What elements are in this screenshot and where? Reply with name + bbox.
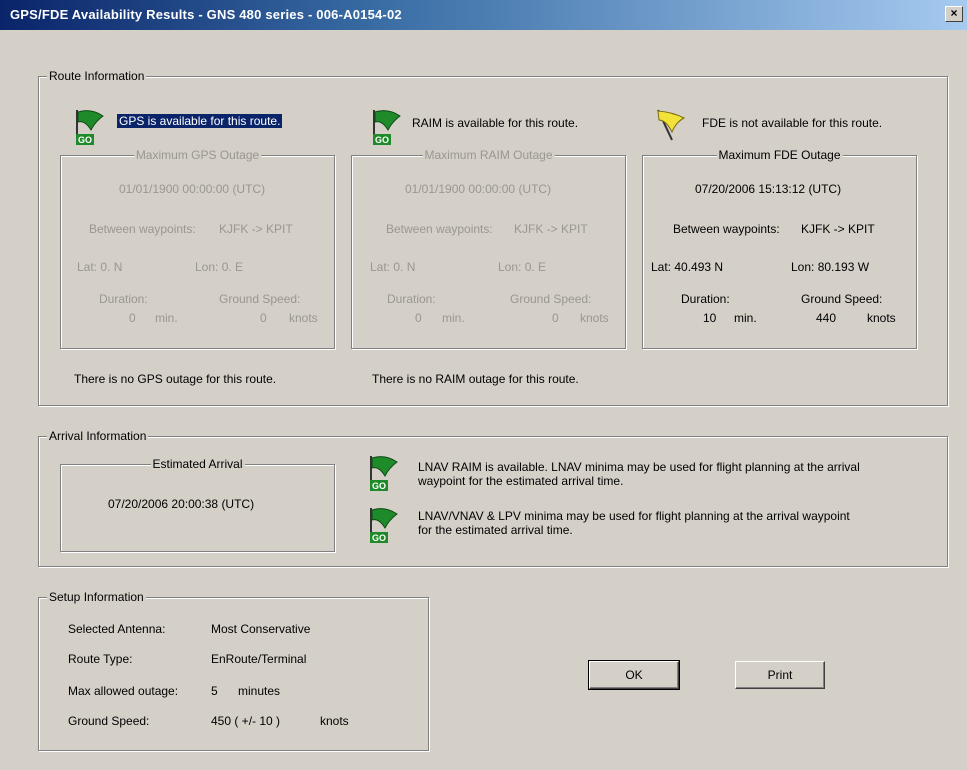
route-type-label: Route Type: xyxy=(68,652,133,666)
fde-speed-label: Ground Speed: xyxy=(801,292,883,306)
fde-between-value: KJFK -> KPIT xyxy=(801,222,875,236)
route-information-legend: Route Information xyxy=(47,69,147,83)
gps-speed-value: 0 xyxy=(260,311,267,325)
max-outage-label: Max allowed outage: xyxy=(68,684,179,698)
vnav-message-line1: LNAV/VNAV & LPV minima may be used for f… xyxy=(418,509,850,523)
raim-between-value: KJFK -> KPIT xyxy=(514,222,588,236)
gps-between-value: KJFK -> KPIT xyxy=(219,222,293,236)
go-flag-icon: GO xyxy=(73,108,109,146)
max-outage-unit: minutes xyxy=(238,684,281,698)
go-flag-icon: GO xyxy=(367,454,403,492)
fde-speed-unit: knots xyxy=(867,311,896,325)
raim-duration-value: 0 xyxy=(415,311,422,325)
raim-outage-title: Maximum RAIM Outage xyxy=(422,148,555,162)
route-type-value: EnRoute/Terminal xyxy=(211,652,307,666)
fde-lon: Lon: 80.193 W xyxy=(791,260,870,274)
setup-speed-unit: knots xyxy=(320,714,349,728)
svg-text:GO: GO xyxy=(375,135,389,145)
svg-text:GO: GO xyxy=(78,135,92,145)
setup-speed-value: 450 ( +/- 10 ) xyxy=(211,714,281,728)
lnav-message-line2: waypoint for the estimated arrival time. xyxy=(418,474,624,488)
fde-lat: Lat: 40.493 N xyxy=(651,260,724,274)
gps-speed-unit: knots xyxy=(289,311,318,325)
fde-duration-label: Duration: xyxy=(681,292,730,306)
gps-duration-label: Duration: xyxy=(99,292,148,306)
raim-summary: There is no RAIM outage for this route. xyxy=(372,372,579,386)
gps-lon: Lon: 0. E xyxy=(195,260,244,274)
estimated-arrival-title: Estimated Arrival xyxy=(150,457,245,471)
antenna-value: Most Conservative xyxy=(211,622,311,636)
raim-speed-value: 0 xyxy=(552,311,559,325)
gps-lat: Lat: 0. N xyxy=(77,260,123,274)
ok-button[interactable]: OK xyxy=(588,660,680,690)
warning-flag-icon xyxy=(652,106,688,144)
vnav-message-line2: for the estimated arrival time. xyxy=(418,523,573,537)
lnav-message-line1: LNAV RAIM is available. LNAV minima may … xyxy=(418,460,860,474)
go-flag-icon: GO xyxy=(367,506,403,544)
fde-outage-date: 07/20/2006 15:13:12 (UTC) xyxy=(695,182,842,196)
fde-between-label: Between waypoints: xyxy=(673,222,780,236)
fde-duration-value: 10 xyxy=(703,311,717,325)
gps-outage-date: 01/01/1900 00:00:00 (UTC) xyxy=(119,182,266,196)
fde-outage-box: Maximum FDE Outage 07/20/2006 15:13:12 (… xyxy=(642,148,917,349)
arrival-information-legend: Arrival Information xyxy=(47,429,149,443)
gps-outage-box: Maximum GPS Outage 01/01/1900 00:00:00 (… xyxy=(60,148,335,349)
antenna-label: Selected Antenna: xyxy=(68,622,166,636)
print-button[interactable]: Print xyxy=(735,661,825,689)
fde-speed-value: 440 xyxy=(816,311,837,325)
raim-status-text: RAIM is available for this route. xyxy=(412,116,579,130)
svg-text:GO: GO xyxy=(372,533,386,543)
svg-text:GO: GO xyxy=(372,481,386,491)
gps-summary: There is no GPS outage for this route. xyxy=(74,372,277,386)
gps-between-label: Between waypoints: xyxy=(89,222,196,236)
gps-duration-value: 0 xyxy=(129,311,136,325)
title-bar[interactable]: GPS/FDE Availability Results - GNS 480 s… xyxy=(0,0,967,30)
raim-lon: Lon: 0. E xyxy=(498,260,547,274)
close-button[interactable]: × xyxy=(945,6,963,22)
raim-lat: Lat: 0. N xyxy=(370,260,416,274)
gps-outage-title: Maximum GPS Outage xyxy=(133,148,262,162)
go-flag-icon: GO xyxy=(370,108,406,146)
fde-status-text: FDE is not available for this route. xyxy=(702,116,883,130)
raim-duration-unit: min. xyxy=(442,311,465,325)
raim-outage-date: 01/01/1900 00:00:00 (UTC) xyxy=(405,182,552,196)
setup-information-legend: Setup Information xyxy=(47,590,146,604)
fde-outage-title: Maximum FDE Outage xyxy=(716,148,843,162)
gps-speed-label: Ground Speed: xyxy=(219,292,301,306)
raim-outage-box: Maximum RAIM Outage 01/01/1900 00:00:00 … xyxy=(351,148,626,349)
setup-speed-label: Ground Speed: xyxy=(68,714,150,728)
gps-duration-unit: min. xyxy=(155,311,178,325)
raim-between-label: Between waypoints: xyxy=(386,222,493,236)
window-title: GPS/FDE Availability Results - GNS 480 s… xyxy=(10,7,402,22)
max-outage-value: 5 xyxy=(211,684,218,698)
fde-duration-unit: min. xyxy=(734,311,757,325)
raim-speed-unit: knots xyxy=(580,311,609,325)
estimated-arrival-box: Estimated Arrival 07/20/2006 20:00:38 (U… xyxy=(60,457,335,552)
raim-speed-label: Ground Speed: xyxy=(510,292,592,306)
gps-status-text: GPS is available for this route. xyxy=(117,114,283,128)
raim-duration-label: Duration: xyxy=(387,292,436,306)
estimated-arrival-date: 07/20/2006 20:00:38 (UTC) xyxy=(108,497,255,511)
